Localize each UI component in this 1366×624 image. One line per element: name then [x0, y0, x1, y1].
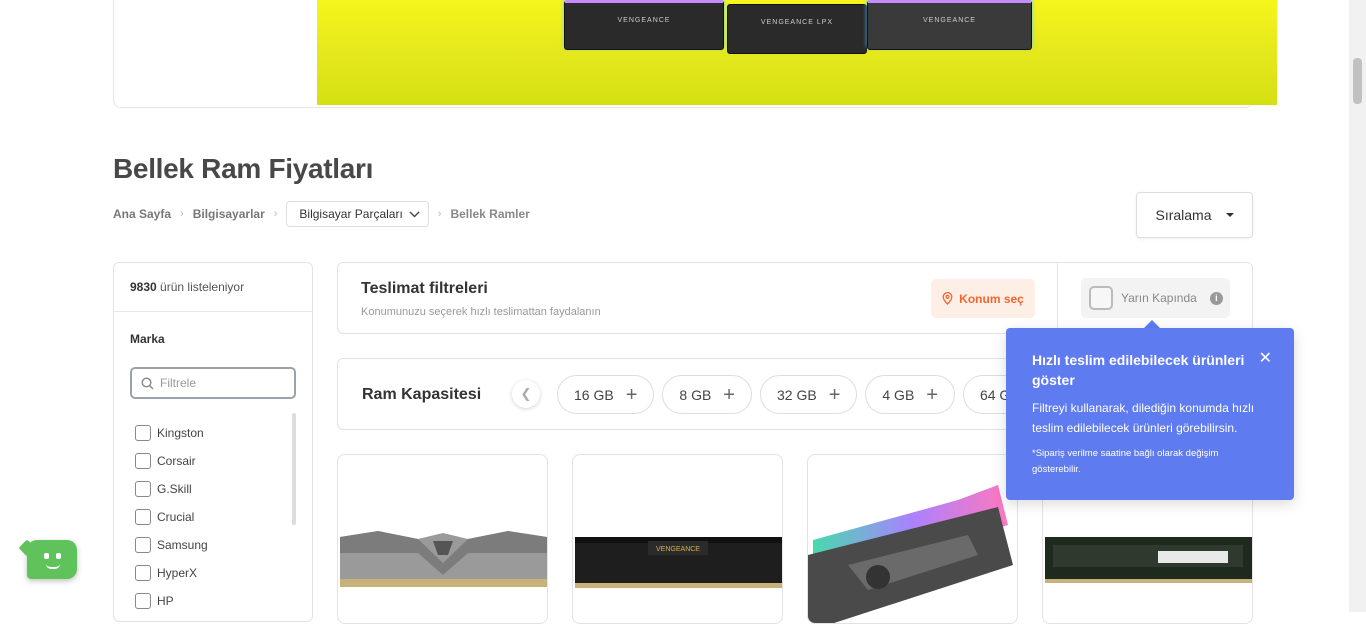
checkbox[interactable] [135, 481, 151, 497]
delivery-filters: Teslimat filtreleri Konumunuzu seçerek h… [337, 262, 1253, 334]
tooltip-body: Filtreyi kullanarak, dilediğin konumda h… [1032, 401, 1255, 435]
brand-option[interactable]: Samsung [135, 531, 208, 559]
brand-filter-input-wrapper[interactable] [130, 367, 296, 399]
chevron-right-icon: › [437, 208, 442, 220]
checkbox[interactable] [135, 565, 151, 581]
result-count-text: ürün listeleniyor [160, 280, 245, 294]
checkbox[interactable] [135, 593, 151, 609]
chat-smile [46, 564, 60, 569]
checkbox[interactable] [1089, 286, 1113, 310]
brand-label: Crucial [157, 510, 195, 524]
banner-stick-label: VENGEANCE [923, 17, 976, 24]
brand-filter-input[interactable] [160, 376, 290, 390]
product-image[interactable] [1043, 535, 1253, 585]
brand-option[interactable]: Kingston [135, 419, 208, 447]
product-image[interactable] [808, 485, 1018, 624]
brand-label: HyperX [157, 566, 198, 580]
product-image[interactable] [338, 523, 548, 593]
plus-icon: + [625, 383, 638, 406]
capacity-chips: 16 GB+ 8 GB+ 32 GB+ 4 GB+ 64 GB+ [557, 375, 1061, 414]
select-location-button[interactable]: Konum seç [931, 279, 1035, 318]
capacity-chip[interactable]: 32 GB + [759, 375, 858, 414]
result-count: 9830 ürün listeleniyor [114, 263, 312, 312]
divider [1057, 263, 1058, 333]
brand-label: G.Skill [157, 482, 192, 496]
breadcrumb: Ana Sayfa › Bilgisayarlar › Bilgisayar P… [113, 201, 530, 227]
chevron-down-icon [409, 211, 420, 217]
svg-text:VENGEANCE: VENGEANCE [656, 546, 700, 553]
chat-eye [56, 553, 61, 559]
scrollbar-thumb[interactable] [1353, 58, 1362, 104]
chevron-right-icon: › [273, 208, 278, 220]
tomorrow-delivery-toggle[interactable]: Yarın Kapında i [1081, 278, 1230, 318]
sort-label: Sıralama [1155, 207, 1212, 223]
delivery-subtitle: Konumunuzu seçerek hızlı teslimattan fay… [361, 306, 601, 318]
banner-stick-label: VENGEANCE LPX [760, 19, 834, 26]
breadcrumb-current: Bellek Ramler [450, 207, 530, 221]
tooltip-title: Hızlı teslim edilebilecek ürünleri göste… [1032, 352, 1245, 388]
product-card[interactable] [807, 454, 1018, 624]
banner-ram-stick: VENGEANCE [867, 0, 1032, 50]
chip-label: 16 GB [574, 386, 614, 403]
brand-label: Corsair [157, 454, 196, 468]
breadcrumb-home[interactable]: Ana Sayfa [113, 207, 171, 221]
brand-label: HP [157, 594, 174, 608]
plus-icon: + [828, 383, 841, 406]
banner-stick-label: VENGEANCE [617, 17, 671, 24]
product-card[interactable] [337, 454, 548, 624]
promo-banner[interactable]: VENGEANCE VENGEANCE LPX VENGEANCE [113, 0, 1277, 108]
brand-filter-title: Marka [130, 332, 165, 346]
chip-label: 8 GB [679, 386, 712, 403]
filter-sidebar: 9830 ürün listeleniyor Marka Kingston Co… [113, 262, 313, 622]
banner-image[interactable]: VENGEANCE VENGEANCE LPX VENGEANCE [317, 0, 1277, 105]
search-icon [141, 376, 154, 389]
checkbox[interactable] [135, 509, 151, 525]
breadcrumb-parts-label: Bilgisayar Parçaları [299, 207, 403, 221]
brand-option[interactable]: G.Skill [135, 475, 208, 503]
product-image[interactable]: VENGEANCE [573, 533, 783, 593]
brand-option[interactable]: HP [135, 587, 208, 615]
page-title: Bellek Ram Fiyatları [113, 153, 374, 184]
brand-option[interactable]: HyperX [135, 559, 208, 587]
capacity-chip[interactable]: 4 GB + [865, 375, 955, 414]
brand-list-scrollbar[interactable] [292, 413, 296, 525]
banner-ram-stick: VENGEANCE LPX [727, 4, 867, 54]
location-pin-icon [942, 292, 953, 305]
brand-option[interactable]: Corsair [135, 447, 208, 475]
checkbox[interactable] [135, 453, 151, 469]
capacity-title: Ram Kapasitesi [362, 386, 482, 403]
tooltip-note: *Sipariş verilme saatine bağlı olarak de… [1032, 448, 1219, 475]
breadcrumb-computers[interactable]: Bilgisayarlar [193, 207, 265, 221]
checkbox[interactable] [135, 425, 151, 441]
chat-eye [44, 553, 49, 559]
plus-icon: + [926, 383, 938, 406]
fast-delivery-tooltip: Hızlı teslim edilebilecek ürünleri göste… [1006, 328, 1294, 500]
delivery-title: Teslimat filtreleri [361, 280, 488, 297]
breadcrumb-parts-dropdown[interactable]: Bilgisayar Parçaları [286, 201, 429, 227]
chip-label: 4 GB [882, 386, 915, 403]
chevron-left-icon[interactable]: ❮ [512, 380, 540, 408]
brand-label: Samsung [157, 538, 208, 552]
plus-icon: + [723, 383, 735, 406]
brand-option[interactable]: Crucial [135, 503, 208, 531]
chevron-right-icon: › [180, 208, 184, 220]
page-scrollbar[interactable] [1349, 0, 1366, 612]
brand-list: Kingston Corsair G.Skill Crucial Samsung… [135, 419, 208, 615]
result-count-number: 9830 [130, 280, 157, 294]
product-card[interactable]: VENGEANCE [572, 454, 783, 624]
banner-ram-stick: VENGEANCE [564, 0, 724, 50]
chip-label: 32 GB [776, 386, 817, 403]
capacity-chip[interactable]: 16 GB + [557, 375, 655, 414]
chat-assistant-button[interactable] [27, 540, 77, 579]
capacity-chip[interactable]: 8 GB + [662, 375, 752, 414]
info-icon[interactable]: i [1209, 291, 1223, 305]
checkbox[interactable] [135, 537, 151, 553]
close-icon[interactable]: ✕ [1259, 348, 1272, 368]
sort-dropdown[interactable]: Sıralama [1136, 192, 1253, 238]
brand-label: Kingston [157, 426, 204, 440]
tomorrow-delivery-label: Yarın Kapında [1121, 291, 1197, 305]
caret-down-icon [1225, 213, 1234, 217]
select-location-label: Konum seç [959, 291, 1024, 306]
